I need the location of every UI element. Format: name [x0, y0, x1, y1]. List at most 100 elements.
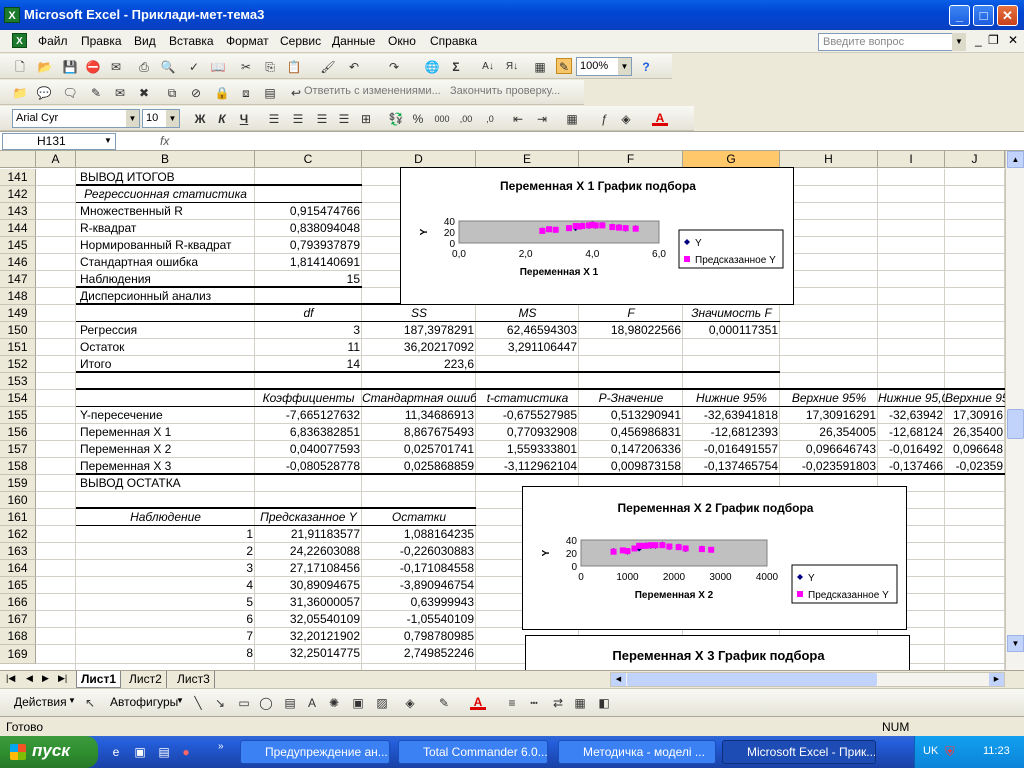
- cell-b165[interactable]: 4: [76, 577, 255, 594]
- arrow-style-icon[interactable]: ⇄: [550, 695, 566, 711]
- spelling-icon[interactable]: ✓: [186, 59, 202, 75]
- cell-e151[interactable]: 3,291106447: [476, 339, 579, 356]
- delete-comment-icon[interactable]: ✖: [136, 85, 152, 101]
- print-icon[interactable]: ⎙: [136, 59, 152, 75]
- increase-indent-icon[interactable]: ⇥: [534, 111, 550, 127]
- doc-restore-button[interactable]: ❐: [988, 33, 999, 47]
- autoshapes-arrow[interactable]: ▼: [176, 696, 184, 705]
- cell-h155[interactable]: 17,30916291: [780, 407, 878, 424]
- rectangle-icon[interactable]: ▭: [236, 695, 252, 711]
- percent-button[interactable]: %: [410, 111, 426, 127]
- reject-icon[interactable]: ⊘: [188, 85, 204, 101]
- row-header[interactable]: 148: [0, 288, 36, 305]
- autoshapes-menu[interactable]: Автофигуры: [110, 695, 178, 709]
- row-header[interactable]: 164: [0, 560, 36, 577]
- scroll-left-button[interactable]: ◀: [611, 673, 626, 686]
- save-icon[interactable]: 💾: [62, 59, 78, 75]
- cell-i155[interactable]: -32,63942: [878, 407, 945, 424]
- row-header[interactable]: 149: [0, 305, 36, 322]
- cell-c169[interactable]: 32,25014775: [255, 645, 362, 664]
- line-style-icon[interactable]: ≡: [504, 695, 520, 711]
- chart-wizard-icon[interactable]: ▦: [532, 59, 548, 75]
- cell-b164[interactable]: 3: [76, 560, 255, 577]
- cell-c146[interactable]: 1,814140691: [255, 254, 362, 271]
- align-left-icon[interactable]: ☰: [266, 111, 282, 127]
- last-sheet-icon[interactable]: ▶|: [58, 673, 67, 684]
- cell-c156[interactable]: 6,836382851: [255, 424, 362, 441]
- cell-b169[interactable]: 8: [76, 645, 255, 664]
- cell-c163[interactable]: 24,22603088: [255, 543, 362, 560]
- cell-c151[interactable]: 11: [255, 339, 362, 356]
- align-center-icon[interactable]: ☰: [290, 111, 306, 127]
- scroll-right-button[interactable]: ▶: [989, 673, 1004, 686]
- scroll-down-button[interactable]: ▼: [1007, 635, 1024, 652]
- drawing-icon[interactable]: ✎: [556, 58, 572, 74]
- row-header[interactable]: 158: [0, 458, 36, 475]
- cell-b155[interactable]: Y-пересечение: [76, 407, 255, 424]
- cell-e156[interactable]: 0,770932908: [476, 424, 579, 441]
- spreadsheet-grid[interactable]: ABCDEFGHIJ 141 ВЫВОД ИТОГОВ 142 Регрессионн…: [0, 151, 1005, 670]
- cell-d154[interactable]: Стандартная ошибка: [362, 390, 476, 407]
- chart-x2-fit[interactable]: Переменная X 2 График подбора 0 1000 2000 30…: [522, 486, 907, 630]
- paste-icon[interactable]: 📋: [286, 59, 302, 75]
- 3d-icon[interactable]: ◧: [596, 695, 612, 711]
- maximize-button[interactable]: □: [973, 5, 994, 26]
- row-header[interactable]: 162: [0, 526, 36, 543]
- wordart-icon[interactable]: A: [304, 695, 320, 711]
- cell-b159[interactable]: ВЫВОД ОСТАТКА: [76, 475, 255, 492]
- cell-g154[interactable]: Нижние 95%: [683, 390, 780, 407]
- end-review[interactable]: Закончить проверку...: [450, 85, 560, 97]
- row-header[interactable]: 143: [0, 203, 36, 220]
- cell-d149[interactable]: SS: [362, 305, 476, 322]
- actions-menu[interactable]: Действия: [14, 695, 67, 709]
- row-header[interactable]: 165: [0, 577, 36, 594]
- cell-d151[interactable]: 36,20217092: [362, 339, 476, 356]
- security-shield-icon[interactable]: ⛨: [945, 744, 955, 760]
- cell-d157[interactable]: 0,025701741: [362, 441, 476, 458]
- cell-c149[interactable]: df: [255, 305, 362, 322]
- row-header[interactable]: 157: [0, 441, 36, 458]
- cell-d167[interactable]: -1,05540109: [362, 611, 476, 628]
- cell-j156[interactable]: 26,35400: [945, 424, 1005, 441]
- cell-c155[interactable]: -7,665127632: [255, 407, 362, 424]
- menu-help[interactable]: Справка: [430, 34, 477, 48]
- cell-b168[interactable]: 7: [76, 628, 255, 645]
- oval-icon[interactable]: ◯: [258, 695, 274, 711]
- cell-c154[interactable]: Коэффициенты: [255, 390, 362, 407]
- cell-d169[interactable]: 2,749852246: [362, 645, 476, 664]
- picture-icon[interactable]: ▨: [374, 695, 390, 711]
- line-color-icon[interactable]: ✎: [436, 695, 452, 711]
- cell-c164[interactable]: 27,17108456: [255, 560, 362, 577]
- row-header[interactable]: 146: [0, 254, 36, 271]
- folder-icon[interactable]: 📁: [12, 85, 28, 101]
- column-header-j[interactable]: J: [945, 151, 1005, 168]
- cell-i156[interactable]: -12,68124: [878, 424, 945, 441]
- cell-b163[interactable]: 2: [76, 543, 255, 560]
- row-header[interactable]: 166: [0, 594, 36, 611]
- cell-e150[interactable]: 62,46594303: [476, 322, 579, 339]
- cell-c157[interactable]: 0,040077593: [255, 441, 362, 458]
- cut-icon[interactable]: ✂: [238, 59, 254, 75]
- reply-icon[interactable]: ↩: [288, 85, 304, 101]
- research-icon[interactable]: 📖: [210, 59, 226, 75]
- prev-sheet-icon[interactable]: ◀: [26, 673, 33, 684]
- cell-b144[interactable]: R-квадрат: [76, 220, 255, 237]
- next-sheet-icon[interactable]: ▶: [42, 673, 49, 684]
- font-size-select[interactable]: 10 ▼: [142, 109, 180, 128]
- actions-arrow[interactable]: ▼: [68, 696, 76, 705]
- edit-comment-icon[interactable]: ✎: [88, 85, 104, 101]
- copy-icon[interactable]: ⎘: [262, 59, 278, 75]
- tab-sheet3[interactable]: Лист3: [173, 671, 215, 688]
- email-icon[interactable]: ✉: [108, 59, 124, 75]
- cell-f154[interactable]: P-Значение: [579, 390, 683, 407]
- cell-c165[interactable]: 30,89094675: [255, 577, 362, 594]
- cell-h156[interactable]: 26,354005: [780, 424, 878, 441]
- font-color-icon[interactable]: A: [652, 110, 668, 126]
- task-total-commander[interactable]: Total Commander 6.0...: [398, 740, 548, 764]
- row-header[interactable]: 144: [0, 220, 36, 237]
- zoom-dropdown-arrow[interactable]: ▼: [618, 58, 631, 75]
- cell-d155[interactable]: 11,34686913: [362, 407, 476, 424]
- thousands-button[interactable]: 000: [432, 111, 452, 127]
- doc-minimize-button[interactable]: _: [975, 33, 982, 47]
- sort-desc-icon[interactable]: Я↓: [504, 59, 520, 75]
